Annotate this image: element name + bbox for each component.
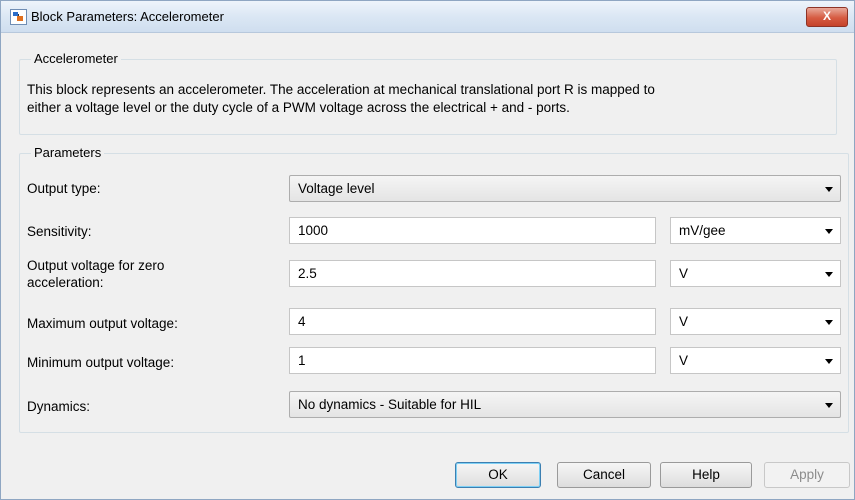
output-type-label: Output type:	[27, 181, 101, 196]
chevron-down-icon	[825, 359, 833, 364]
max-output-voltage-input[interactable]: 4	[289, 308, 656, 335]
max-output-voltage-unit-value: V	[679, 314, 689, 329]
zero-accel-voltage-label-line-2: acceleration:	[27, 275, 104, 290]
zero-accel-voltage-label-line-1: Output voltage for zero	[27, 258, 165, 273]
zero-accel-voltage-unit-value: V	[679, 266, 689, 281]
output-type-dropdown[interactable]: Voltage level	[289, 175, 841, 202]
min-output-voltage-label: Minimum output voltage:	[27, 355, 175, 370]
zero-accel-voltage-input[interactable]: 2.5	[289, 260, 656, 287]
block-name-label: Accelerometer	[31, 51, 121, 66]
zero-accel-voltage-unit-dropdown[interactable]: V	[670, 260, 841, 287]
dynamics-value: No dynamics - Suitable for HIL	[298, 397, 482, 412]
title-bar[interactable]: Block Parameters: Accelerometer X	[1, 1, 854, 33]
simulink-block-icon	[10, 9, 27, 25]
chevron-down-icon	[825, 272, 833, 277]
close-button[interactable]: X	[806, 7, 848, 27]
sensitivity-input[interactable]: 1000	[289, 217, 656, 244]
block-description: This block represents an accelerometer. …	[27, 81, 827, 117]
max-output-voltage-unit-dropdown[interactable]: V	[670, 308, 841, 335]
chevron-down-icon	[825, 403, 833, 408]
window-title: Block Parameters: Accelerometer	[31, 9, 224, 24]
help-button[interactable]: Help	[660, 462, 752, 488]
sensitivity-unit-dropdown[interactable]: mV/gee	[670, 217, 841, 244]
chevron-down-icon	[825, 229, 833, 234]
cancel-button[interactable]: Cancel	[557, 462, 651, 488]
min-output-voltage-unit-dropdown[interactable]: V	[670, 347, 841, 374]
min-output-voltage-input[interactable]: 1	[289, 347, 656, 374]
sensitivity-label: Sensitivity:	[27, 224, 92, 239]
output-type-value: Voltage level	[298, 181, 375, 196]
chevron-down-icon	[825, 187, 833, 192]
sensitivity-unit-value: mV/gee	[679, 223, 726, 238]
dialog-window: Block Parameters: Accelerometer X Accele…	[0, 0, 855, 500]
dynamics-dropdown[interactable]: No dynamics - Suitable for HIL	[289, 391, 841, 418]
parameters-section-label: Parameters	[31, 145, 105, 160]
description-line-1: This block represents an accelerometer. …	[27, 82, 655, 97]
zero-accel-voltage-label: Output voltage for zero acceleration:	[27, 257, 164, 291]
description-line-2: either a voltage level or the duty cycle…	[27, 100, 570, 115]
apply-button[interactable]: Apply	[764, 462, 850, 488]
min-output-voltage-unit-value: V	[679, 353, 689, 368]
chevron-down-icon	[825, 320, 833, 325]
max-output-voltage-label: Maximum output voltage:	[27, 316, 178, 331]
ok-button[interactable]: OK	[455, 462, 541, 488]
dynamics-label: Dynamics:	[27, 399, 91, 414]
